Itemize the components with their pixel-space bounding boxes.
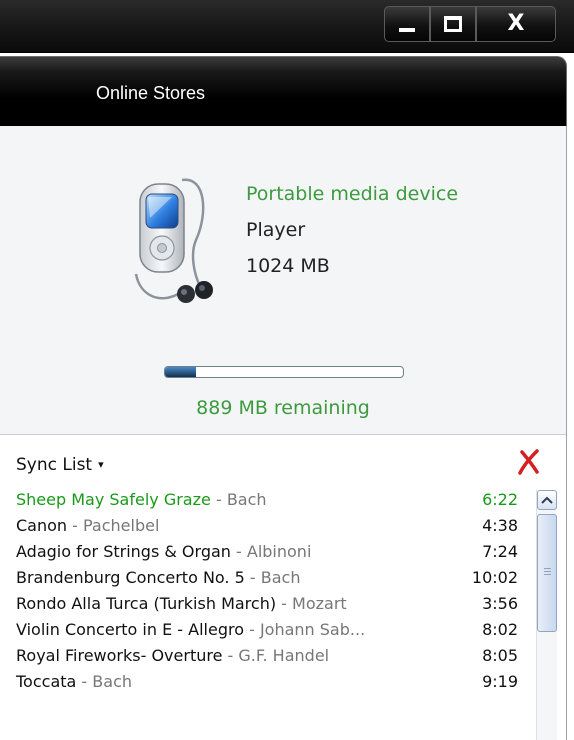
track-artist: Bach: [260, 568, 301, 587]
device-pane: Portable media device Player 1024 MB 889…: [0, 126, 567, 740]
track-separator: -: [67, 516, 83, 535]
sync-track-list: Sheep May Safely Graze - Bach 6:22 Canon -…: [16, 490, 526, 698]
title-bar[interactable]: X: [0, 0, 574, 53]
track-title: Rondo Alla Turca (Turkish March): [16, 594, 277, 613]
track-duration: 8:02: [482, 620, 518, 639]
track-row[interactable]: Toccata - Bach 9:19: [16, 672, 526, 698]
sync-list-menu[interactable]: Sync List ▾: [16, 455, 104, 475]
track-row[interactable]: Canon - Pachelbel 4:38: [16, 516, 526, 542]
storage-remaining: 889 MB remaining: [196, 397, 370, 419]
device-capacity: 1024 MB: [246, 255, 330, 277]
chevron-up-icon: [541, 496, 553, 504]
track-artist: G.F. Handel: [238, 646, 330, 665]
track-duration: 3:56: [482, 594, 518, 613]
minimize-button[interactable]: [384, 6, 430, 42]
track-separator: -: [222, 646, 239, 665]
sync-list-label: Sync List: [16, 455, 93, 475]
media-player-window: X Online Stores Portable media device Pl…: [0, 0, 574, 740]
track-artist: Albinoni: [246, 542, 312, 561]
track-duration: 7:24: [482, 542, 518, 561]
track-separator: -: [276, 594, 293, 613]
track-duration: 4:38: [482, 516, 518, 535]
track-title: Adagio for Strings & Organ: [16, 542, 231, 561]
track-row[interactable]: Sheep May Safely Graze - Bach 6:22: [16, 490, 526, 516]
track-row[interactable]: Royal Fireworks- Overture - G.F. Handel 8…: [16, 646, 526, 672]
track-duration: 9:19: [482, 672, 518, 691]
sync-list-panel: Sync List ▾ Sheep May Safely Graze - Bach…: [0, 435, 566, 740]
minimize-icon: [399, 28, 415, 32]
track-duration: 10:02: [471, 568, 518, 587]
track-artist: Bach: [92, 672, 132, 691]
track-row[interactable]: Violin Concerto in E - Allegro - Johann …: [16, 620, 526, 646]
tab-online-stores[interactable]: Online Stores: [96, 83, 205, 104]
track-title: Canon: [16, 516, 68, 535]
track-duration: 8:05: [482, 646, 518, 665]
red-x-icon: [518, 449, 539, 475]
clear-list-button[interactable]: [516, 449, 540, 475]
track-title: Brandenburg Concerto No. 5: [16, 568, 245, 587]
track-separator: -: [76, 672, 93, 691]
maximize-button[interactable]: [430, 6, 476, 42]
storage-usage-fill: [165, 367, 196, 377]
thumb-grip: [544, 568, 551, 569]
track-separator: -: [244, 620, 260, 639]
maximize-icon: [444, 16, 462, 32]
track-title: Toccata: [16, 672, 77, 691]
storage-usage-bar: [164, 366, 404, 378]
tab-strip: Online Stores: [0, 56, 567, 127]
track-title: Sheep May Safely Graze: [16, 490, 211, 509]
track-title: Royal Fireworks- Overture: [16, 646, 223, 665]
chevron-down-icon: ▾: [98, 458, 104, 471]
track-artist: Johann Sab...: [259, 620, 366, 639]
scroll-thumb[interactable]: [537, 514, 557, 632]
portable-media-player-icon: [134, 178, 213, 303]
thumb-grip: [544, 571, 551, 572]
track-separator: -: [210, 490, 227, 509]
track-duration: 6:22: [482, 490, 518, 509]
track-row[interactable]: Rondo Alla Turca (Turkish March) - Mozar…: [16, 594, 526, 620]
device-kind: Portable media device: [246, 183, 459, 205]
track-artist: Pachelbel: [83, 516, 160, 535]
thumb-grip: [544, 574, 551, 575]
track-artist: Bach: [226, 490, 267, 509]
track-separator: -: [230, 542, 247, 561]
track-row[interactable]: Adagio for Strings & Organ - Albinoni 7:2…: [16, 542, 526, 568]
scrollbar[interactable]: [536, 490, 557, 740]
close-icon: X: [507, 11, 525, 36]
track-title: Violin Concerto in E - Allegro: [16, 620, 244, 639]
scroll-up-button[interactable]: [537, 490, 557, 510]
track-artist: Mozart: [292, 594, 347, 613]
device-name: Player: [246, 219, 306, 241]
track-row[interactable]: Brandenburg Concerto No. 5 - Bach 10:02: [16, 568, 526, 594]
track-separator: -: [244, 568, 261, 587]
close-button[interactable]: X: [476, 6, 556, 42]
